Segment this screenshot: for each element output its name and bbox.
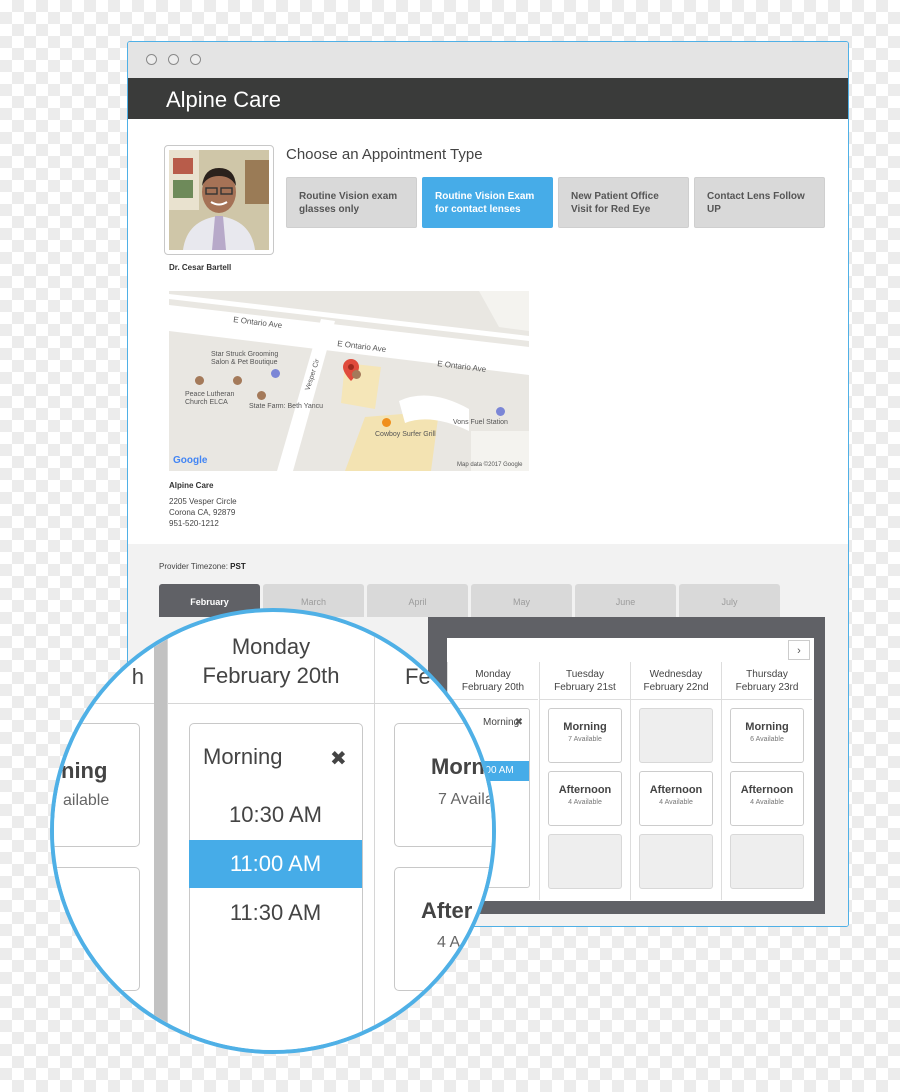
day-column-wednesday: Wednesday February 22nd Afternoon 4 Avai… xyxy=(630,662,721,900)
map-place-label: Cowboy Surfer Grill xyxy=(375,431,436,438)
day-header: Tuesday February 21st xyxy=(540,662,630,700)
day-header: Thursday February 23rd xyxy=(722,662,812,700)
zoom-left-partial-head: h xyxy=(131,664,144,689)
church-poi-icon xyxy=(195,376,204,385)
afternoon-slot[interactable]: Afternoon 4 Available xyxy=(730,771,804,826)
appt-type-routine-glasses[interactable]: Routine Vision exam glasses only xyxy=(286,177,417,228)
slot-availability: 4 Available xyxy=(659,799,693,806)
empty-slot xyxy=(548,834,622,889)
time-slot-1130[interactable]: 11:30 AM xyxy=(189,889,362,937)
day-weekday: Tuesday xyxy=(566,669,604,680)
zoom-magnifier: h Monday February 20th Fe ning ailable M… xyxy=(50,608,496,1054)
zoom-panel-edge xyxy=(154,612,168,1050)
slot-availability: 4 Available xyxy=(750,799,784,806)
provider-photo xyxy=(164,145,274,255)
appt-type-new-patient-red-eye[interactable]: New Patient Office Visit for Red Eye xyxy=(558,177,689,228)
appt-type-routine-contacts[interactable]: Routine Vision Exam for contact lenses xyxy=(422,177,553,228)
zoom-content: h Monday February 20th Fe ning ailable M… xyxy=(54,612,494,1050)
time-slot-1030[interactable]: 10:30 AM xyxy=(189,791,362,839)
morning-slot[interactable]: Morning 6 Available xyxy=(730,708,804,763)
zoom-day-weekday: Monday xyxy=(231,634,311,659)
day-weekday: Wednesday xyxy=(649,669,703,680)
slot-title: Afternoon xyxy=(740,784,794,796)
zoom-morning-expanded-card xyxy=(189,723,363,1050)
zoom-card-title: After xyxy=(421,898,473,923)
day-weekday: Thursday xyxy=(746,669,788,680)
zoom-right-afternoon-card[interactable]: After 4 A xyxy=(394,867,492,991)
slot-title: Morning xyxy=(563,721,607,733)
zoom-right-partial-head: Fe xyxy=(405,664,431,689)
app-title: Alpine Care xyxy=(166,87,281,112)
zoom-card-sub: 7 Availa xyxy=(438,791,494,808)
provider-name: Dr. Cesar Bartell xyxy=(169,263,232,272)
provider-portrait-image xyxy=(169,150,269,250)
zoom-left-morning-card[interactable]: ning ailable xyxy=(54,723,140,847)
location-name: Alpine Care xyxy=(169,481,214,490)
day-date: February 23rd xyxy=(735,682,799,693)
empty-slot xyxy=(730,834,804,889)
window-minimize-dot[interactable] xyxy=(168,54,179,65)
day-column-tuesday: Tuesday February 21st Morning 7 Availabl… xyxy=(539,662,630,900)
afternoon-slot[interactable]: Afternoon 4 Available xyxy=(639,771,713,826)
appt-type-contact-lens-follow-up[interactable]: Contact Lens Follow UP xyxy=(694,177,825,228)
place-poi-icon xyxy=(352,370,361,379)
map-place-label: Peace Lutheran Church ELCA xyxy=(185,391,235,406)
calendar-grid: › Monday February 20th Morning ✖ 11:00 A… xyxy=(447,638,814,901)
zoom-card-sub: 4 A xyxy=(437,934,461,951)
zoom-right-morning-card[interactable]: Morn 7 Availa xyxy=(394,723,494,847)
google-logo: Google xyxy=(173,455,208,466)
map-place-label: Vons Fuel Station xyxy=(453,419,508,426)
restaurant-poi-icon xyxy=(382,418,391,427)
next-week-button[interactable]: › xyxy=(788,640,810,660)
place-poi-icon xyxy=(257,391,266,400)
map-place-label: Star Struck Grooming Salon & Pet Boutiqu… xyxy=(211,351,279,366)
slot-title: Afternoon xyxy=(558,784,612,796)
app-header: Alpine Care xyxy=(128,78,848,119)
close-icon[interactable]: ✖ xyxy=(515,717,523,728)
shopping-poi-icon xyxy=(271,369,280,378)
timezone-value: PST xyxy=(230,562,246,571)
zoom-day-header: Monday February 20th xyxy=(168,632,374,690)
window-maximize-dot[interactable] xyxy=(190,54,201,65)
month-tab-june[interactable]: June xyxy=(575,584,676,617)
map-place-label: State Farm: Beth Yancu xyxy=(249,403,324,410)
zoom-left-afternoon-card[interactable] xyxy=(54,867,140,991)
map-roads xyxy=(169,291,529,471)
slot-availability: 4 Available xyxy=(568,799,602,806)
morning-slot[interactable]: Morning 7 Available xyxy=(548,708,622,763)
month-tab-july[interactable]: July xyxy=(679,584,780,617)
zoom-column-divider xyxy=(374,620,375,1050)
timezone-label: Provider Timezone: xyxy=(159,562,228,571)
empty-slot xyxy=(639,708,713,763)
location-address-line1: 2205 Vesper Circle xyxy=(169,497,237,506)
close-icon[interactable]: ✖ xyxy=(330,746,347,771)
window-close-dot[interactable] xyxy=(146,54,157,65)
slot-title: Afternoon xyxy=(649,784,703,796)
zoom-card-sub: ailable xyxy=(63,792,110,809)
map-attribution: Map data ©2017 Google xyxy=(457,462,523,468)
location-map[interactable]: E Ontario Ave E Ontario Ave E Ontario Av… xyxy=(169,291,529,471)
afternoon-slot[interactable]: Afternoon 4 Available xyxy=(548,771,622,826)
place-poi-icon xyxy=(233,376,242,385)
empty-slot xyxy=(639,834,713,889)
day-column-thursday: Thursday February 23rd Morning 6 Availab… xyxy=(721,662,812,900)
time-slot-1100-selected[interactable]: 11:00 AM xyxy=(189,840,362,888)
location-address-line2: Corona CA, 92879 xyxy=(169,508,236,517)
fuel-poi-icon xyxy=(496,407,505,416)
location-phone[interactable]: 951-520-1212 xyxy=(169,519,219,528)
slot-availability: 6 Available xyxy=(750,736,784,743)
day-date: February 21st xyxy=(554,682,616,693)
zoom-card-title: ning xyxy=(61,758,108,783)
window-titlebar xyxy=(128,42,848,78)
day-header: Wednesday February 22nd xyxy=(631,662,721,700)
zoom-morning-label: Morning xyxy=(203,744,283,769)
provider-timezone: Provider Timezone: PST xyxy=(159,562,246,571)
zoom-day-date: February 20th xyxy=(202,663,340,688)
appointment-type-heading: Choose an Appointment Type xyxy=(286,146,483,163)
slot-availability: 7 Available xyxy=(568,736,602,743)
slot-title: Morning xyxy=(745,721,789,733)
day-date: February 22nd xyxy=(643,682,709,693)
zoom-card-title: Morn xyxy=(431,754,485,779)
